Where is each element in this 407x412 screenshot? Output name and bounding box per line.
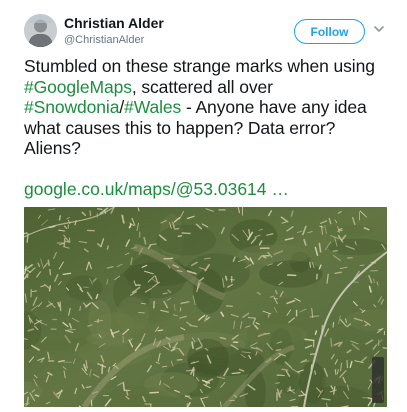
tweet-card: Christian Alder @ChristianAlder Follow S…: [0, 0, 407, 412]
hashtag-googlemaps[interactable]: #GoogleMaps: [24, 77, 132, 97]
tweet-text: Stumbled on these strange marks when usi…: [24, 56, 394, 159]
display-name[interactable]: Christian Alder: [64, 15, 164, 32]
satellite-image: [24, 207, 387, 407]
hashtag-snowdonia[interactable]: #Snowdonia: [24, 97, 119, 117]
map-link[interactable]: google.co.uk/maps/@53.03614 …: [24, 179, 289, 199]
tweet-text-part: Stumbled on these strange marks when usi…: [24, 56, 375, 76]
author-info: Christian Alder @ChristianAlder: [64, 15, 164, 47]
avatar-image: [24, 14, 57, 47]
avatar[interactable]: [24, 14, 57, 47]
follow-button[interactable]: Follow: [294, 19, 365, 44]
user-handle[interactable]: @ChristianAlder: [64, 33, 164, 47]
map-controls[interactable]: [372, 357, 384, 403]
satellite-map-image[interactable]: [24, 207, 387, 407]
chevron-down-icon[interactable]: [372, 22, 386, 36]
hashtag-wales[interactable]: #Wales: [124, 97, 181, 117]
tweet-text-part: , scattered all over: [131, 76, 273, 97]
